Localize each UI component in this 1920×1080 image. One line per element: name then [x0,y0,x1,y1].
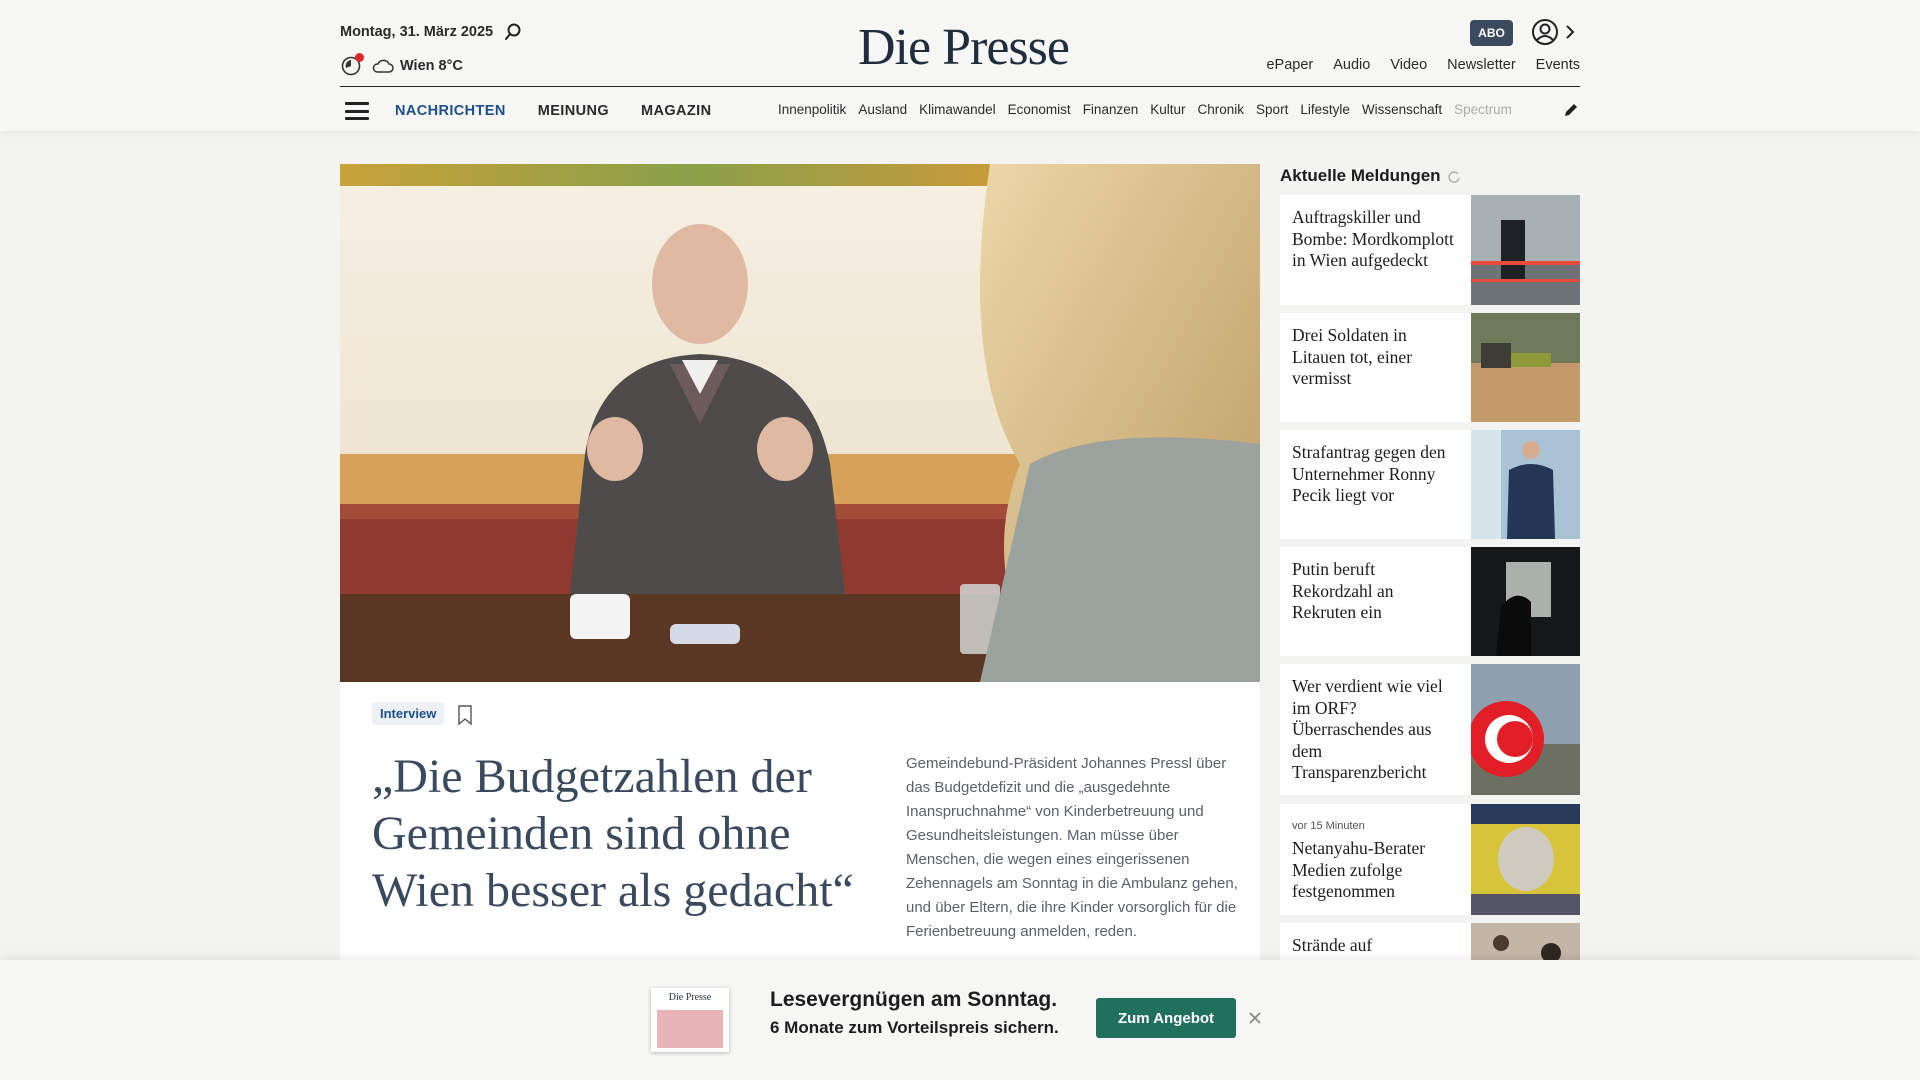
list-item-timestamp: vor 15 Minuten [1292,820,1365,832]
list-item-title: Auftragskiller und Bombe: Mordkomplott i… [1292,207,1454,270]
nav-economist[interactable]: Economist [1008,102,1071,117]
list-item[interactable]: Drei Soldaten in Litauen tot, einer verm… [1280,313,1580,422]
nav-finanzen[interactable]: Finanzen [1083,102,1139,117]
bookmark-icon[interactable] [456,704,474,726]
subscription-banner: Die Presse Lesevergnügen am Sonntag. 6 M… [0,960,1920,1080]
list-item[interactable]: Auftragskiller und Bombe: Mordkomplott i… [1280,195,1580,305]
sidebar-title: Aktuelle Meldungen [1280,166,1461,186]
nav-ausland[interactable]: Ausland [858,102,907,117]
list-item[interactable]: Putin beruft Rekordzahl an Rekruten ein [1280,547,1580,656]
offer-button[interactable]: Zum Angebot [1096,998,1236,1038]
nav-kultur[interactable]: Kultur [1150,102,1185,117]
link-events[interactable]: Events [1536,57,1580,73]
nav-nachrichten[interactable]: NACHRICHTEN [395,103,506,119]
interview-photo [340,164,1260,682]
chevron-right-icon[interactable] [1563,22,1577,42]
nav-innenpolitik[interactable]: Innenpolitik [778,102,846,117]
list-item-title: Strafantrag gegen den Unternehmer Ronny … [1292,442,1446,505]
site-logo[interactable]: Die Presse [858,18,1070,77]
weather-text: Wien 8°C [400,58,463,74]
lead-article-card: Interview „Die Budgetzahlen der Gemeinde… [340,682,1260,962]
abo-button[interactable]: ABO [1470,20,1513,46]
search-icon[interactable] [503,22,523,42]
edit-pencil-icon[interactable] [1562,101,1580,119]
current-date: Montag, 31. März 2025 [340,24,494,40]
nav-sport[interactable]: Sport [1256,102,1288,117]
promo-subline: 6 Monate zum Vorteilspreis sichern. [770,1018,1059,1037]
list-item-thumbnail [1471,547,1580,656]
list-item-thumbnail [1471,664,1580,795]
notification-dot [355,53,364,62]
list-item[interactable]: vor 15 Minuten Netanyahu-Berater Medien … [1280,804,1580,915]
list-item[interactable]: Wer verdient wie viel im ORF? Überrasche… [1280,664,1580,795]
list-item[interactable]: Strafantrag gegen den Unternehmer Ronny … [1280,430,1580,539]
list-item-title: vor 15 Minuten Netanyahu-Berater Medien … [1292,820,1460,903]
nav-magazin[interactable]: MAGAZIN [641,103,711,119]
list-item-thumbnail [1471,804,1580,915]
nav-spectrum[interactable]: Spectrum [1454,102,1512,117]
list-item-thumbnail [1471,313,1580,422]
list-item-thumbnail [1471,430,1580,539]
site-header: Montag, 31. März 2025 Wien 8°C Die Press… [0,0,1920,131]
cover-logo: Die Presse [668,992,712,1003]
article-headline[interactable]: „Die Budgetzahlen der Gemeinden sind ohn… [372,748,892,919]
header-divider [340,86,1580,87]
nav-meinung[interactable]: MEINUNG [538,103,609,119]
nav-lifestyle[interactable]: Lifestyle [1300,102,1350,117]
main-sections: NACHRICHTEN MEINUNG MAGAZIN [395,103,711,119]
main-navigation: NACHRICHTEN MEINUNG MAGAZIN Innenpolitik… [340,96,1580,126]
list-item-thumbnail [1471,195,1580,305]
link-epaper[interactable]: ePaper [1266,57,1313,73]
list-item-title: Putin beruft Rekordzahl an Rekruten ein [1292,559,1394,622]
close-icon[interactable] [1246,1009,1264,1027]
list-item-title: Strände auf [1292,935,1373,955]
menu-icon[interactable] [345,102,369,120]
link-video[interactable]: Video [1390,57,1427,73]
link-newsletter[interactable]: Newsletter [1447,57,1516,73]
link-audio[interactable]: Audio [1333,57,1370,73]
weather-widget[interactable]: Wien 8°C [340,53,463,77]
list-item-title-text: Netanyahu-Berater Medien zufolge festgen… [1292,838,1426,901]
cover-picture [657,1010,723,1048]
user-account-icon[interactable] [1531,18,1559,46]
timer-icon[interactable] [340,53,364,77]
list-item-title: Wer verdient wie viel im ORF? Überrasche… [1292,676,1443,782]
nav-wissenschaft[interactable]: Wissenschaft [1362,102,1442,117]
nav-klimawandel[interactable]: Klimawandel [919,102,996,117]
top-links: ePaper Audio Video Newsletter Events [1266,57,1580,73]
sub-sections: Innenpolitik Ausland Klimawandel Economi… [778,102,1538,117]
newspaper-cover-image: Die Presse [651,988,729,1052]
refresh-icon [1447,171,1460,183]
nav-chronik[interactable]: Chronik [1198,102,1245,117]
sidebar-title-text: Aktuelle Meldungen [1280,166,1441,185]
cloud-icon [372,59,394,73]
list-item-title: Drei Soldaten in Litauen tot, einer verm… [1292,325,1413,388]
article-lead: Gemeindebund-Präsident Johannes Pressl ü… [906,755,1238,940]
article-hero-image[interactable] [340,164,1260,682]
promo-headline: Lesevergnügen am Sonntag. [770,988,1058,1011]
article-tag[interactable]: Interview [372,702,445,725]
